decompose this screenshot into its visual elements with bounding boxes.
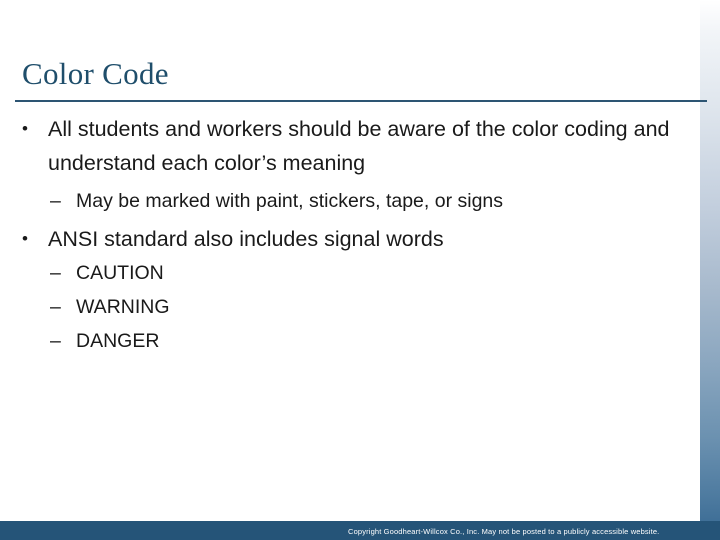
bullet-item: • ANSI standard also includes signal wor…	[0, 222, 700, 256]
bullet-text: ANSI standard also includes signal words	[48, 227, 444, 251]
bullet-marker-dot: •	[22, 229, 28, 248]
sub-bullet-text: May be marked with paint, stickers, tape…	[76, 190, 504, 212]
bullet-item: • All students and workers should be awa…	[0, 112, 700, 180]
presentation-slide: Color Code • All students and workers sh…	[0, 0, 720, 540]
sub-bullet-marker-dash: –	[50, 262, 61, 284]
slide-title: Color Code	[22, 56, 169, 91]
sub-bullet-marker-dash: –	[50, 330, 61, 352]
sub-bullet-text: DANGER	[76, 330, 160, 352]
sub-bullet-item: – May be marked with paint, stickers, ta…	[0, 184, 700, 218]
sub-bullet-item: – CAUTION	[0, 256, 700, 290]
sub-bullet-marker-dash: –	[50, 190, 61, 212]
sub-bullet-item: – DANGER	[0, 324, 700, 358]
right-gradient-band	[700, 0, 720, 522]
bullet-text: All students and workers should be aware…	[48, 117, 670, 175]
title-divider	[15, 100, 707, 102]
copyright-notice: Copyright Goodheart-Willcox Co., Inc. Ma…	[348, 527, 660, 536]
sub-bullet-text: WARNING	[76, 296, 170, 318]
sub-bullet-marker-dash: –	[50, 296, 61, 318]
sub-bullet-text: CAUTION	[76, 262, 164, 284]
sub-bullet-item: – WARNING	[0, 290, 700, 324]
slide-body: • All students and workers should be awa…	[0, 112, 700, 358]
bullet-marker-dot: •	[22, 119, 28, 138]
